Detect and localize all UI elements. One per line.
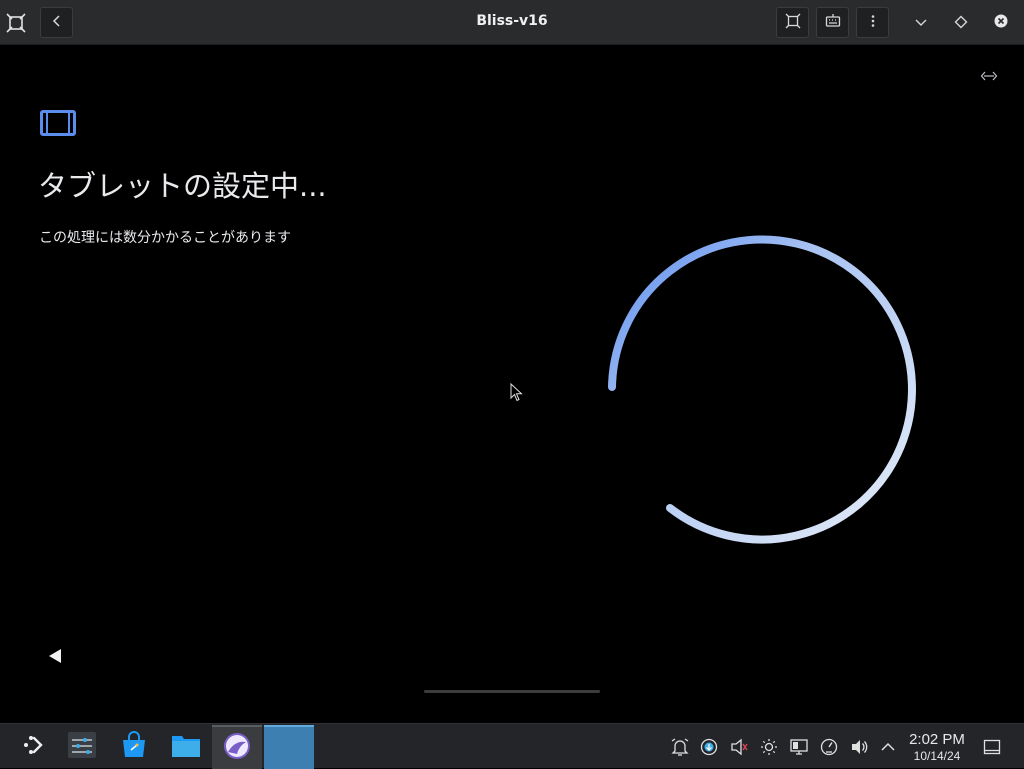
minimize-button[interactable] xyxy=(908,10,934,36)
close-icon xyxy=(993,13,1009,33)
menu-dots-icon xyxy=(865,13,881,33)
menu-button[interactable] xyxy=(856,7,889,38)
active-window[interactable] xyxy=(264,725,314,769)
bliss-icon xyxy=(223,732,251,764)
minimize-icon xyxy=(914,14,928,33)
chevron-up-icon[interactable] xyxy=(877,736,899,758)
tablet-icon xyxy=(40,110,76,140)
mute-icon[interactable] xyxy=(728,736,750,758)
store-icon xyxy=(120,731,148,763)
setup-subtext: この処理には数分かかることがあります xyxy=(39,230,291,246)
android-screen: タブレットの設定中... この処理には数分かかることがあります xyxy=(0,45,1024,723)
store-app[interactable] xyxy=(109,725,159,769)
progress-spinner xyxy=(598,227,928,561)
collapse-icon[interactable] xyxy=(980,67,998,86)
files-app[interactable] xyxy=(161,725,211,769)
taskbar: 2:02 PM 10/14/24 xyxy=(0,723,1024,769)
clock-date[interactable]: 10/14/24 xyxy=(903,749,971,763)
close-button[interactable] xyxy=(988,10,1014,36)
bliss-app[interactable] xyxy=(212,725,262,769)
gauge-icon[interactable] xyxy=(818,736,840,758)
update-icon[interactable] xyxy=(698,736,720,758)
fullscreen-icon xyxy=(785,13,801,33)
launcher-icon xyxy=(20,732,46,762)
files-icon xyxy=(171,732,201,762)
maximize-icon xyxy=(954,14,968,33)
keyboard-button[interactable] xyxy=(816,7,849,38)
settings-icon xyxy=(67,731,97,763)
setup-heading: タブレットの設定中... xyxy=(38,169,327,203)
clock-time[interactable]: 2:02 PM xyxy=(903,731,971,748)
mouse-cursor-icon xyxy=(510,382,524,407)
triangle-left-icon xyxy=(47,649,63,669)
keyboard-icon xyxy=(825,13,841,33)
launcher-button[interactable] xyxy=(8,725,58,769)
maximize-button[interactable] xyxy=(948,10,974,36)
volume-icon[interactable] xyxy=(848,736,870,758)
settings-app[interactable] xyxy=(57,725,107,769)
notifications-icon[interactable] xyxy=(669,736,691,758)
gesture-nav-handle[interactable] xyxy=(424,690,600,693)
fullscreen-button[interactable] xyxy=(776,7,809,38)
show-desktop-icon[interactable] xyxy=(981,736,1003,758)
window-titlebar: Bliss-v16 xyxy=(0,0,1024,45)
brightness-icon[interactable] xyxy=(758,736,780,758)
display-icon[interactable] xyxy=(788,736,810,758)
nav-back-button[interactable] xyxy=(47,647,63,669)
